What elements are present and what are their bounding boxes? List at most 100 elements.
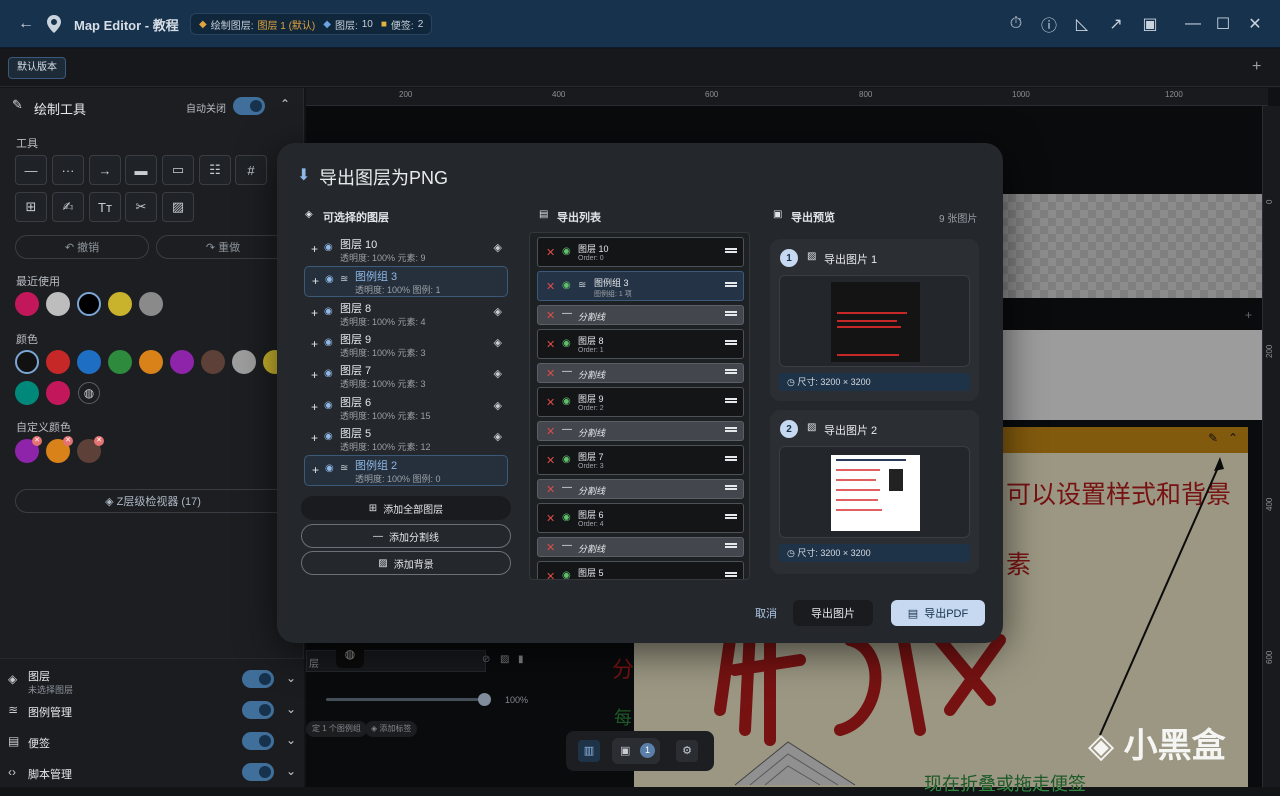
dotted-line-tool[interactable]: ··· [52, 155, 84, 185]
color-swatch[interactable] [201, 350, 225, 374]
version-button[interactable]: 默认版本 [8, 57, 66, 79]
grid-table-tool[interactable]: ⊞ [15, 192, 47, 222]
add-tab-icon[interactable]: + [1252, 58, 1261, 76]
remove-icon[interactable]: ✕ [546, 425, 555, 438]
eye-icon[interactable]: ◉ [562, 570, 571, 579]
export-divider-row[interactable]: ✕ — 分割线 [537, 363, 744, 383]
selectable-layer-row[interactable]: + ◉ 图层 6 透明度: 100% 元素: 15 ◈ [304, 393, 508, 423]
color-swatch[interactable] [108, 292, 132, 316]
drag-handle-icon[interactable] [725, 543, 737, 548]
add-icon[interactable]: + [311, 242, 318, 256]
drag-handle-icon[interactable] [725, 369, 737, 374]
grid-tool[interactable]: # [235, 155, 267, 185]
add-icon[interactable]: + [311, 368, 318, 382]
table-tool[interactable]: ☷ [199, 155, 231, 185]
scissors-tool[interactable]: ✂ [125, 192, 157, 222]
eye-icon[interactable]: ◉ [324, 368, 333, 379]
color-swatch[interactable] [77, 350, 101, 374]
panel-layers-toggle[interactable] [242, 670, 274, 688]
export-group-row[interactable]: ✕ ◉ ≊ 图例组 3 图例组: 1 项 [537, 271, 744, 301]
selectable-layer-row[interactable]: + ◉ 图层 5 透明度: 100% 元素: 12 ◈ [304, 424, 508, 454]
export-layer-row[interactable]: ✕ ◉ 图层 10 Order: 0 [537, 237, 744, 267]
selectable-layer-row[interactable]: + ◉ 图层 9 透明度: 100% 元素: 3 ◈ [304, 330, 508, 360]
selectable-layer-row[interactable]: + ◉ 图层 8 透明度: 100% 元素: 4 ◈ [304, 299, 508, 329]
remove-color-icon[interactable]: ✕ [63, 436, 73, 446]
undo-button[interactable]: ↶ 撤销 [15, 235, 149, 259]
cancel-button[interactable]: 取消 [747, 600, 785, 626]
eye-icon[interactable]: ◉ [324, 306, 333, 317]
settings-gear-icon[interactable]: ⚙ [676, 740, 698, 762]
chevron-down-icon[interactable]: ⌄ [286, 733, 296, 747]
add-icon[interactable]: + [311, 306, 318, 320]
remove-color-icon[interactable]: ✕ [94, 436, 104, 446]
export-images-button[interactable]: 导出图片 [793, 600, 873, 626]
save-icon[interactable]: ▣ [1138, 12, 1162, 36]
drag-handle-icon[interactable] [725, 282, 737, 287]
drag-handle-icon[interactable] [725, 456, 737, 461]
remove-icon[interactable]: ✕ [546, 541, 555, 554]
export-divider-row[interactable]: ✕ — 分割线 [537, 305, 744, 325]
drag-handle-icon[interactable] [725, 514, 737, 519]
color-swatch[interactable] [139, 292, 163, 316]
close-icon[interactable]: ✕ [1243, 12, 1267, 36]
freehand-tool[interactable]: ✍ [52, 192, 84, 222]
add-icon[interactable]: + [311, 400, 318, 414]
export-divider-row[interactable]: ✕ — 分割线 [537, 421, 744, 441]
remove-icon[interactable]: ✕ [546, 280, 555, 293]
custom-color-swatch[interactable]: ✕ [15, 436, 42, 463]
auto-close-toggle[interactable] [233, 97, 265, 115]
export-layer-row[interactable]: ✕ ◉ 图层 5Order: 5 [537, 561, 744, 579]
color-swatch[interactable] [15, 381, 39, 405]
remove-icon[interactable]: ✕ [546, 454, 555, 467]
eye-icon[interactable]: ◉ [325, 274, 334, 285]
remove-icon[interactable]: ✕ [546, 338, 555, 351]
eye-icon[interactable]: ◉ [562, 280, 571, 291]
panel-legend-toggle[interactable] [242, 701, 274, 719]
custom-color-swatch[interactable]: ✕ [46, 436, 73, 463]
eye-icon[interactable]: ◉ [562, 338, 571, 349]
palette-icon[interactable]: ◍ [78, 382, 100, 404]
export-pdf-button[interactable]: ▤ 导出PDF [891, 600, 985, 626]
color-swatch[interactable] [46, 381, 70, 405]
color-swatch[interactable] [77, 292, 101, 316]
remove-icon[interactable]: ✕ [546, 512, 555, 525]
arrow-tool[interactable]: → [89, 155, 121, 185]
add-all-layers-button[interactable]: ⊞ 添加全部图层 [301, 496, 511, 520]
drag-handle-icon[interactable] [725, 311, 737, 316]
add-background-button[interactable]: ▨ 添加背景 [301, 551, 511, 575]
color-swatch[interactable] [46, 350, 70, 374]
maximize-icon[interactable]: ☐ [1211, 12, 1235, 36]
remove-color-icon[interactable]: ✕ [32, 436, 42, 446]
eye-icon[interactable]: ◉ [324, 337, 333, 348]
export-divider-row[interactable]: ✕ — 分割线 [537, 479, 744, 499]
eye-icon[interactable]: ◉ [562, 246, 571, 257]
selectable-group-row[interactable]: + ◉ ≊ 图例组 2 透明度: 100% 图例: 0 [304, 455, 508, 486]
ruler-angle-icon[interactable]: ◺ [1070, 12, 1094, 36]
collapse-chevron-icon[interactable]: ⌃ [280, 97, 290, 111]
drag-handle-icon[interactable] [725, 427, 737, 432]
notes-dock-button[interactable]: ▣ 1 [612, 738, 660, 764]
drag-handle-icon[interactable] [725, 572, 737, 577]
eye-icon[interactable]: ◉ [324, 431, 333, 442]
export-layer-row[interactable]: ✕ ◉ 图层 6 Order: 4 [537, 503, 744, 533]
map-icon[interactable]: ▥ [578, 740, 600, 762]
selectable-layer-row[interactable]: + ◉ 图层 10 透明度: 100% 元素: 9 ◈ [304, 235, 508, 265]
expand-arrow-icon[interactable]: ↗ [1104, 12, 1128, 36]
color-swatch[interactable] [15, 350, 39, 374]
add-icon[interactable]: + [311, 431, 318, 445]
panel-scripts-toggle[interactable] [242, 763, 274, 781]
drag-handle-icon[interactable] [725, 340, 737, 345]
color-swatch[interactable] [232, 350, 256, 374]
eye-icon[interactable]: ◉ [562, 396, 571, 407]
selectable-layer-row[interactable]: + ◉ 图层 7 透明度: 100% 元素: 3 ◈ [304, 361, 508, 391]
eye-icon[interactable]: ◉ [325, 463, 334, 474]
eye-icon[interactable]: ◉ [562, 512, 571, 523]
chevron-down-icon[interactable]: ⌄ [286, 764, 296, 778]
filled-rect-tool[interactable]: ▬ [125, 155, 157, 185]
timer-icon[interactable]: ⏱ [1004, 12, 1028, 36]
custom-color-swatch[interactable]: ✕ [77, 436, 104, 463]
export-layer-row[interactable]: ✕ ◉ 图层 7 Order: 3 [537, 445, 744, 475]
text-tool[interactable]: Tт [89, 192, 121, 222]
drag-handle-icon[interactable] [725, 398, 737, 403]
minimize-icon[interactable]: — [1181, 12, 1205, 36]
